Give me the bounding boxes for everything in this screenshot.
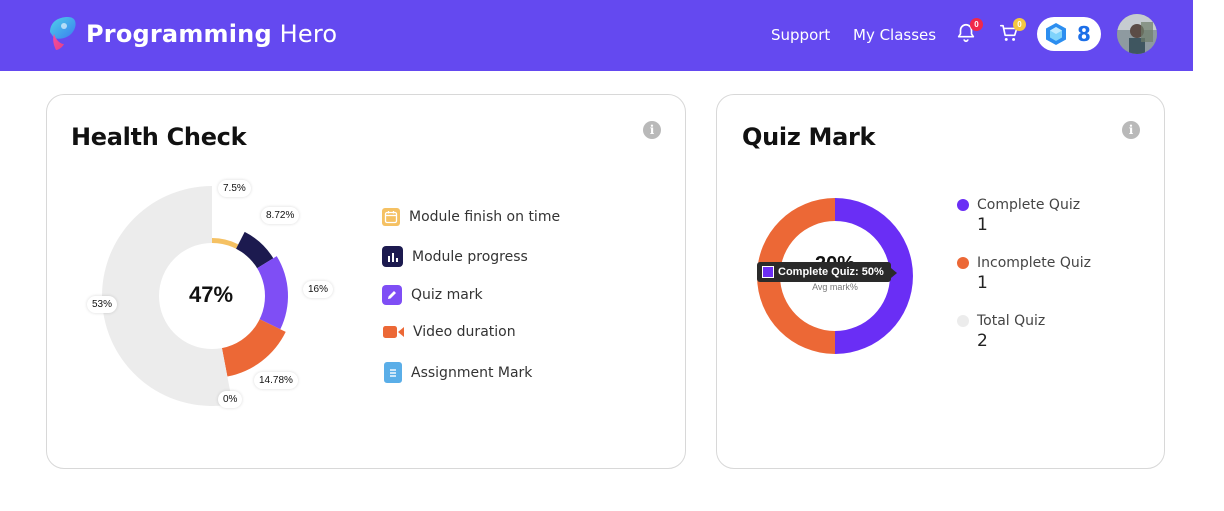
complete-dot: [957, 199, 969, 211]
bar-chart-icon: [382, 246, 403, 267]
slice-label-video-duration: 14.78%: [254, 372, 298, 389]
notification-button[interactable]: 0: [955, 18, 983, 46]
brand-name-light: Hero: [271, 20, 338, 48]
avatar-image: [1117, 14, 1157, 54]
gem-balance[interactable]: 8: [1037, 17, 1101, 51]
gem-icon: [1046, 23, 1066, 45]
my-classes-link[interactable]: My Classes: [853, 26, 936, 44]
cart-badge: 0: [1013, 18, 1026, 31]
slice-label-quiz-mark: 16%: [303, 281, 334, 298]
quiz-legend-incomplete[interactable]: Incomplete Quiz 1: [957, 255, 1091, 293]
support-link[interactable]: Support: [771, 26, 830, 44]
quiz-legend-total[interactable]: Total Quiz 2: [957, 313, 1045, 351]
slice-label-module-progress: 8.72%: [261, 207, 300, 224]
legend-label: Assignment Mark: [411, 364, 533, 381]
calendar-icon: [382, 208, 400, 226]
legend-quiz-mark[interactable]: Quiz mark: [382, 285, 483, 305]
tooltip-text: Complete Quiz: 50%: [778, 266, 884, 278]
quiz-legend-value: 1: [977, 215, 988, 235]
quiz-legend-label: Total Quiz: [977, 313, 1046, 329]
quiz-legend-label: Incomplete Quiz: [977, 255, 1091, 271]
quiz-legend-value: 1: [977, 273, 988, 293]
legend-assignment-mark[interactable]: Assignment Mark: [384, 362, 532, 383]
legend-label: Module progress: [412, 248, 528, 265]
legend-video-duration[interactable]: Video duration: [383, 323, 516, 341]
quiz-mark-info-icon[interactable]: i: [1122, 121, 1140, 139]
quiz-legend-label: Complete Quiz: [977, 197, 1081, 213]
cart-button[interactable]: 0: [998, 18, 1026, 46]
legend-label: Video duration: [413, 324, 516, 340]
quiz-legend-complete[interactable]: Complete Quiz 1: [957, 197, 1080, 235]
gem-count: 8: [1077, 22, 1091, 46]
total-dot: [957, 315, 969, 327]
legend-label: Module finish on time: [409, 209, 561, 225]
tooltip-swatch: [762, 266, 774, 278]
incomplete-dot: [957, 257, 969, 269]
slice-label-remaining: 53%: [87, 296, 118, 313]
legend-module-progress[interactable]: Module progress: [382, 246, 528, 267]
slice-label-assignment: 0%: [218, 391, 243, 408]
pencil-icon: [382, 285, 402, 305]
quiz-mark-center-sublabel: Avg mark%: [812, 282, 858, 292]
legend-module-finish-on-time[interactable]: Module finish on time: [382, 208, 560, 226]
legend-label: Quiz mark: [411, 287, 483, 303]
brand[interactable]: Programming Hero: [44, 14, 337, 54]
document-icon: [384, 362, 402, 383]
slice-label-module-finish: 7.5%: [218, 180, 251, 197]
brand-name: Programming Hero: [86, 20, 337, 48]
quiz-legend-value: 2: [977, 331, 988, 351]
health-check-center-value: 47%: [188, 282, 234, 307]
video-camera-icon: [383, 323, 404, 341]
health-check-card: Health Check i 47% 7.5% 8.72% 16% 14.78%…: [46, 94, 686, 469]
rocket-logo-icon: [44, 14, 80, 54]
health-check-info-icon[interactable]: i: [643, 121, 661, 139]
health-check-title: Health Check: [71, 123, 247, 151]
brand-name-bold: Programming: [86, 20, 272, 48]
chart-tooltip: Complete Quiz: 50%: [757, 262, 897, 282]
quiz-mark-title: Quiz Mark: [742, 123, 876, 151]
quiz-mark-card: Quiz Mark i 20% Avg mark% Complete Quiz:…: [716, 94, 1165, 469]
avatar[interactable]: [1117, 14, 1157, 54]
notification-badge: 0: [970, 18, 983, 31]
top-navbar: Programming Hero Support My Classes 0 0 …: [0, 0, 1193, 71]
